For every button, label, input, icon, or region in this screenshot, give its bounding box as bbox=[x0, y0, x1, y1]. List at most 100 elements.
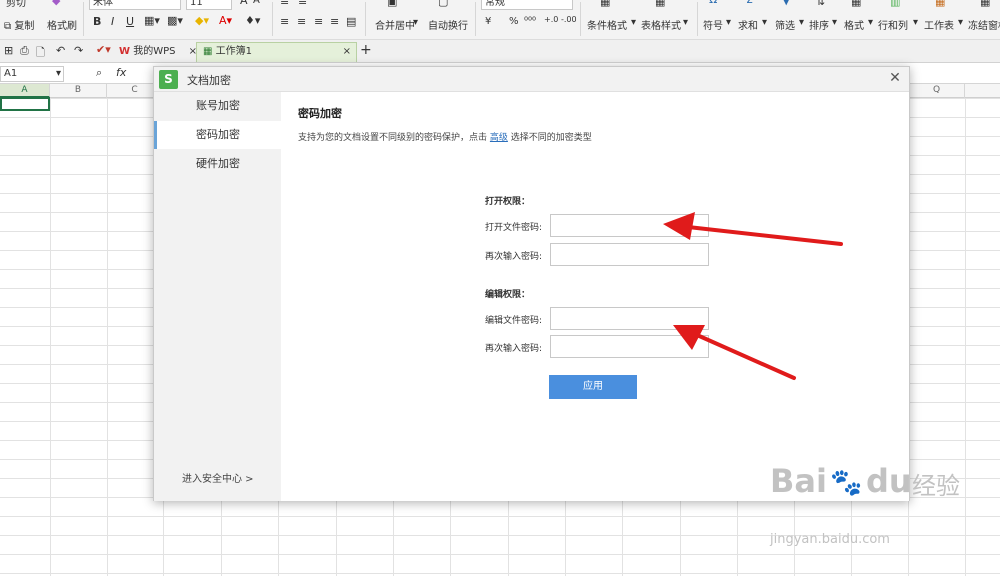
print-icon[interactable]: ⎙ bbox=[20, 44, 29, 58]
percent-button[interactable]: % bbox=[509, 16, 519, 27]
name-box-value: A1 bbox=[4, 68, 18, 79]
nav-password-encryption[interactable]: 密码加密 bbox=[154, 121, 281, 149]
conditional-format-button[interactable]: 条件格式 bbox=[587, 17, 627, 32]
worksheet-button[interactable]: 工作表 bbox=[924, 17, 954, 32]
watermark-url: jingyan.baidu.com bbox=[770, 532, 890, 547]
freeze-icon[interactable]: ▦ bbox=[980, 0, 990, 8]
column-header-a[interactable]: A bbox=[0, 84, 50, 98]
thousands-icon[interactable]: ⁰⁰⁰ bbox=[524, 16, 536, 27]
security-center-link[interactable]: 进入安全中心 > bbox=[182, 470, 254, 485]
function-button[interactable]: fx bbox=[116, 66, 126, 79]
justify-icon[interactable]: ≡ bbox=[330, 15, 339, 28]
zoom-icon[interactable]: ⌕ bbox=[96, 66, 102, 80]
filter-dropdown-icon[interactable]: ▾ bbox=[799, 17, 804, 28]
row-col-dropdown-icon[interactable]: ▾ bbox=[913, 17, 918, 28]
encryption-dialog: S 文档加密 ✕ 账号加密 密码加密 硬件加密 进入安全中心 > 密码加密 支持… bbox=[153, 66, 910, 501]
copy-button[interactable]: ⧉ 复制 bbox=[4, 17, 34, 32]
symbol-dropdown-icon[interactable]: ▾ bbox=[726, 17, 731, 28]
edit-confirm-input[interactable] bbox=[550, 335, 709, 358]
new-icon[interactable]: ⊞ bbox=[4, 44, 13, 57]
filter-icon[interactable]: ▼ bbox=[782, 0, 790, 7]
column-header-b[interactable]: B bbox=[50, 84, 107, 98]
sum-button[interactable]: 求和 bbox=[738, 17, 758, 32]
sort-dropdown-icon[interactable]: ▾ bbox=[832, 17, 837, 28]
align-middle-icon[interactable]: ≡ bbox=[298, 0, 307, 8]
table-style-icon[interactable]: ▦ bbox=[655, 0, 665, 8]
format-button[interactable]: 格式 bbox=[844, 17, 864, 32]
font-name-select[interactable]: 宋体 bbox=[89, 0, 181, 10]
description-before: 支持为您的文档设置不同级别的密码保护，点击 bbox=[298, 133, 488, 143]
clear-format-icon[interactable]: ♦▾ bbox=[245, 14, 260, 27]
border-icon[interactable]: ▦▾ bbox=[144, 14, 160, 27]
increase-decimal-icon[interactable]: +.0 bbox=[544, 15, 558, 24]
merge-center-button[interactable]: 合并居中 bbox=[375, 17, 415, 32]
table-style-button[interactable]: 表格样式 bbox=[641, 17, 681, 32]
close-icon[interactable]: ✕ bbox=[886, 69, 904, 87]
conditional-format-dropdown-icon[interactable]: ▾ bbox=[631, 17, 636, 28]
nav-hardware-encryption[interactable]: 硬件加密 bbox=[154, 150, 281, 178]
redo-icon[interactable]: ↷ bbox=[74, 44, 83, 57]
preview-icon[interactable]: 🗋 bbox=[36, 44, 45, 63]
tab-workbook-close-icon[interactable]: × bbox=[343, 43, 351, 61]
open-confirm-input[interactable] bbox=[550, 243, 709, 266]
edit-confirm-label: 再次输入密码: bbox=[485, 344, 543, 354]
copy-label: 复制 bbox=[14, 21, 35, 32]
font-size-select[interactable]: 11 bbox=[186, 0, 232, 10]
format-dropdown-icon[interactable]: ▾ bbox=[868, 17, 873, 28]
open-password-input[interactable] bbox=[550, 214, 709, 237]
align-right-icon[interactable]: ≡ bbox=[314, 15, 323, 28]
apply-button[interactable]: 应用 bbox=[549, 375, 637, 399]
format-painter-button[interactable]: 格式刷 bbox=[47, 17, 77, 32]
table-style-dropdown-icon[interactable]: ▾ bbox=[683, 17, 688, 28]
grow-font-button[interactable]: A bbox=[240, 0, 248, 7]
cell-fill-icon[interactable]: ▩▾ bbox=[167, 14, 183, 27]
fill-color-icon[interactable]: ◆▾ bbox=[195, 14, 209, 27]
row-col-button[interactable]: 行和列 bbox=[878, 17, 908, 32]
eraser-icon[interactable]: ◆ bbox=[52, 0, 60, 7]
number-format-select[interactable]: 常规 bbox=[481, 0, 573, 10]
conditional-format-icon[interactable]: ▦ bbox=[600, 0, 610, 8]
advanced-link[interactable]: 高级 bbox=[490, 133, 508, 143]
worksheet-dropdown-icon[interactable]: ▾ bbox=[958, 17, 963, 28]
align-center-icon[interactable]: ≡ bbox=[297, 15, 306, 28]
nav-account-encryption[interactable]: 账号加密 bbox=[154, 92, 281, 120]
open-password-label: 打开文件密码: bbox=[485, 223, 543, 233]
align-top-icon[interactable]: ≡ bbox=[280, 0, 289, 8]
sum-dropdown-icon[interactable]: ▾ bbox=[762, 17, 767, 28]
font-color-icon[interactable]: A▾ bbox=[219, 14, 232, 27]
shrink-font-button[interactable]: A bbox=[253, 0, 260, 6]
tab-my-wps[interactable]: W 我的WPS × bbox=[112, 42, 204, 62]
sort-icon[interactable]: ⇅ bbox=[816, 0, 825, 8]
symbol-icon[interactable]: Ω bbox=[709, 0, 717, 6]
undo-icon[interactable]: ↶ bbox=[56, 44, 65, 57]
distribute-icon[interactable]: ▤ bbox=[346, 15, 356, 28]
currency-button[interactable]: ¥ bbox=[485, 16, 491, 27]
name-box[interactable]: A1 ▾ bbox=[0, 66, 64, 82]
merge-icon[interactable]: ▣ bbox=[387, 0, 397, 8]
symbol-button[interactable]: 符号 bbox=[703, 17, 723, 32]
description-after: 选择不同的加密类型 bbox=[510, 133, 592, 143]
align-left-icon[interactable]: ≡ bbox=[280, 15, 289, 28]
cut-button[interactable]: 剪切 bbox=[6, 0, 26, 9]
filter-button[interactable]: 筛选 bbox=[775, 17, 795, 32]
wrap-text-button[interactable]: 自动换行 bbox=[428, 17, 468, 32]
column-header-q[interactable]: Q bbox=[908, 84, 965, 98]
name-box-dropdown-icon[interactable]: ▾ bbox=[56, 67, 61, 81]
bold-button[interactable]: B bbox=[93, 15, 101, 28]
italic-button[interactable]: I bbox=[111, 15, 114, 28]
merge-dropdown-icon[interactable]: ▾ bbox=[413, 17, 418, 28]
row-col-icon[interactable]: ▥ bbox=[890, 0, 900, 8]
freeze-panes-button[interactable]: 冻结窗格 bbox=[968, 17, 1000, 32]
new-tab-button[interactable]: + bbox=[360, 42, 372, 58]
underline-button[interactable]: U bbox=[126, 15, 134, 28]
sum-icon[interactable]: Σ bbox=[746, 0, 753, 6]
tab-workbook[interactable]: ▦ 工作簿1 × bbox=[196, 42, 357, 62]
quick-access-dropdown-icon[interactable]: ✔▾ bbox=[96, 43, 111, 56]
decrease-decimal-icon[interactable]: -.00 bbox=[561, 15, 577, 24]
worksheet-icon[interactable]: ▦ bbox=[935, 0, 945, 8]
selected-cell[interactable] bbox=[0, 97, 50, 111]
sort-button[interactable]: 排序 bbox=[809, 17, 829, 32]
format-icon[interactable]: ▦ bbox=[851, 0, 861, 8]
edit-password-input[interactable] bbox=[550, 307, 709, 330]
wrap-icon[interactable]: ▢ bbox=[438, 0, 448, 8]
